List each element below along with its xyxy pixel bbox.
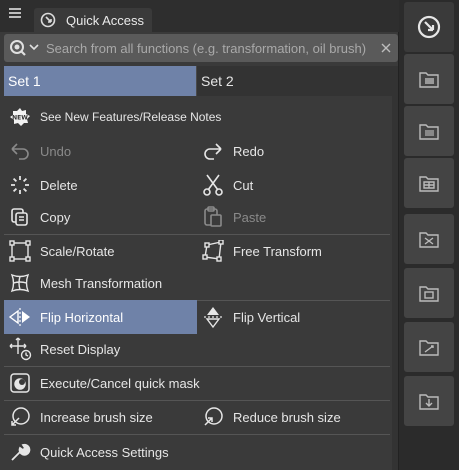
list-item: Reset Display (4, 332, 390, 366)
cut-button[interactable]: Cut (197, 168, 390, 202)
redo-button[interactable]: Redo (197, 134, 390, 168)
undo-icon (8, 139, 32, 163)
search-input[interactable] (44, 34, 378, 62)
palette-button-edit[interactable] (404, 322, 454, 372)
palette-button-download[interactable] (404, 376, 454, 426)
copy-button[interactable]: Copy (4, 200, 197, 234)
list-item: Scale/Rotate Free Transform (4, 234, 390, 268)
scale-rotate-button[interactable]: Scale/Rotate (4, 234, 197, 268)
cut-label: Cut (233, 177, 254, 193)
copy-label: Copy (40, 209, 71, 225)
tab-set-1[interactable]: Set 1 (4, 66, 196, 96)
transform-folder-icon (419, 232, 439, 248)
list-item: Quick Access Settings (4, 435, 390, 469)
mesh-transformation-button[interactable]: Mesh Transformation (4, 266, 390, 300)
flip-horizontal-icon (8, 305, 32, 329)
reset-display-label: Reset Display (40, 341, 121, 357)
new-features-label: See New Features/Release Notes (40, 110, 222, 124)
right-icon-bar (400, 0, 459, 470)
wrench-icon (8, 440, 32, 464)
delete-button[interactable]: Delete (4, 168, 197, 202)
search-bar (4, 34, 398, 62)
redo-label: Redo (233, 143, 265, 159)
new-features-button[interactable]: NEW See New Features/Release Notes (4, 100, 390, 134)
reset-display-button[interactable]: Reset Display (4, 332, 390, 366)
flip-vertical-label: Flip Vertical (233, 309, 301, 325)
palette-button-layout[interactable] (404, 158, 454, 208)
reduce-brush-size-button[interactable]: Reduce brush size (197, 400, 390, 434)
tab-quick-access[interactable]: Quick Access (34, 8, 152, 32)
search-scope-dropdown[interactable] (4, 34, 44, 62)
delete-icon (8, 173, 32, 197)
quick-access-icon (417, 15, 441, 39)
increase-brush-label: Increase brush size (40, 409, 153, 425)
quick-mask-icon (8, 371, 32, 395)
quick-access-palette-button[interactable] (404, 2, 454, 52)
list-item: Mesh Transformation (4, 266, 390, 300)
increase-brush-icon (8, 405, 32, 429)
flip-vertical-icon (201, 305, 225, 329)
free-transform-icon (201, 239, 225, 263)
paste-label: Paste (233, 209, 267, 225)
list-item: NEW See New Features/Release Notes (4, 100, 390, 134)
list-item: Increase brush size Reduce brush size (4, 400, 390, 434)
search-icon (10, 40, 39, 56)
material-folder-icon (419, 72, 439, 88)
scale-rotate-label: Scale/Rotate (40, 243, 115, 259)
palette-button-image[interactable] (404, 268, 454, 318)
tab-set-2[interactable]: Set 2 (196, 66, 398, 96)
quick-access-icon (40, 12, 56, 28)
mesh-transformation-label: Mesh Transformation (40, 275, 163, 291)
quick-mask-button[interactable]: Execute/Cancel quick mask (4, 366, 390, 400)
redo-icon (201, 139, 225, 163)
menu-icon[interactable] (9, 7, 23, 21)
panel-titlebar: Quick Access (0, 0, 399, 32)
list-item: Copy Paste (4, 200, 390, 234)
mesh-transform-icon (8, 271, 32, 295)
download-folder-icon (419, 394, 439, 410)
free-transform-label: Free Transform (233, 243, 322, 259)
flip-horizontal-label: Flip Horizontal (40, 309, 124, 325)
quick-access-settings-button[interactable]: Quick Access Settings (4, 435, 390, 469)
close-icon[interactable] (378, 34, 394, 62)
quick-access-settings-label: Quick Access Settings (40, 444, 169, 460)
reset-display-icon (8, 337, 32, 361)
scrollbar[interactable] (392, 96, 398, 470)
list-item: Delete Cut (4, 168, 390, 202)
free-transform-button[interactable]: Free Transform (197, 234, 390, 268)
svg-text:NEW: NEW (12, 115, 28, 122)
list-item: Execute/Cancel quick mask (4, 366, 390, 400)
palette-button-pattern[interactable] (404, 106, 454, 156)
palette-button-transform[interactable] (404, 214, 454, 264)
list-item: Flip Horizontal Flip Vertical (4, 300, 390, 334)
quick-access-panel: Quick Access Set 1 Set 2 (0, 0, 399, 470)
set-tabs: Set 1 Set 2 (4, 66, 398, 96)
quick-mask-label: Execute/Cancel quick mask (40, 375, 200, 391)
paste-icon (201, 205, 225, 229)
delete-label: Delete (40, 177, 78, 193)
flip-vertical-button[interactable]: Flip Vertical (197, 300, 390, 334)
increase-brush-size-button[interactable]: Increase brush size (4, 400, 197, 434)
reduce-brush-icon (201, 405, 225, 429)
paste-button[interactable]: Paste (197, 200, 390, 234)
tab-label: Quick Access (66, 12, 145, 28)
flip-horizontal-button[interactable]: Flip Horizontal (4, 300, 197, 334)
image-folder-icon (419, 286, 439, 302)
pattern-folder-icon (419, 124, 439, 140)
reduce-brush-label: Reduce brush size (233, 409, 341, 425)
palette-button-material[interactable] (404, 54, 454, 104)
new-badge-icon: NEW (8, 105, 32, 129)
edit-folder-icon (419, 340, 439, 356)
scale-rotate-icon (8, 239, 32, 263)
layout-folder-icon (419, 176, 439, 192)
scissors-icon (201, 173, 225, 197)
copy-icon (8, 205, 32, 229)
list-item: Undo Redo (4, 134, 390, 168)
undo-button[interactable]: Undo (4, 134, 197, 168)
undo-label: Undo (40, 143, 72, 159)
